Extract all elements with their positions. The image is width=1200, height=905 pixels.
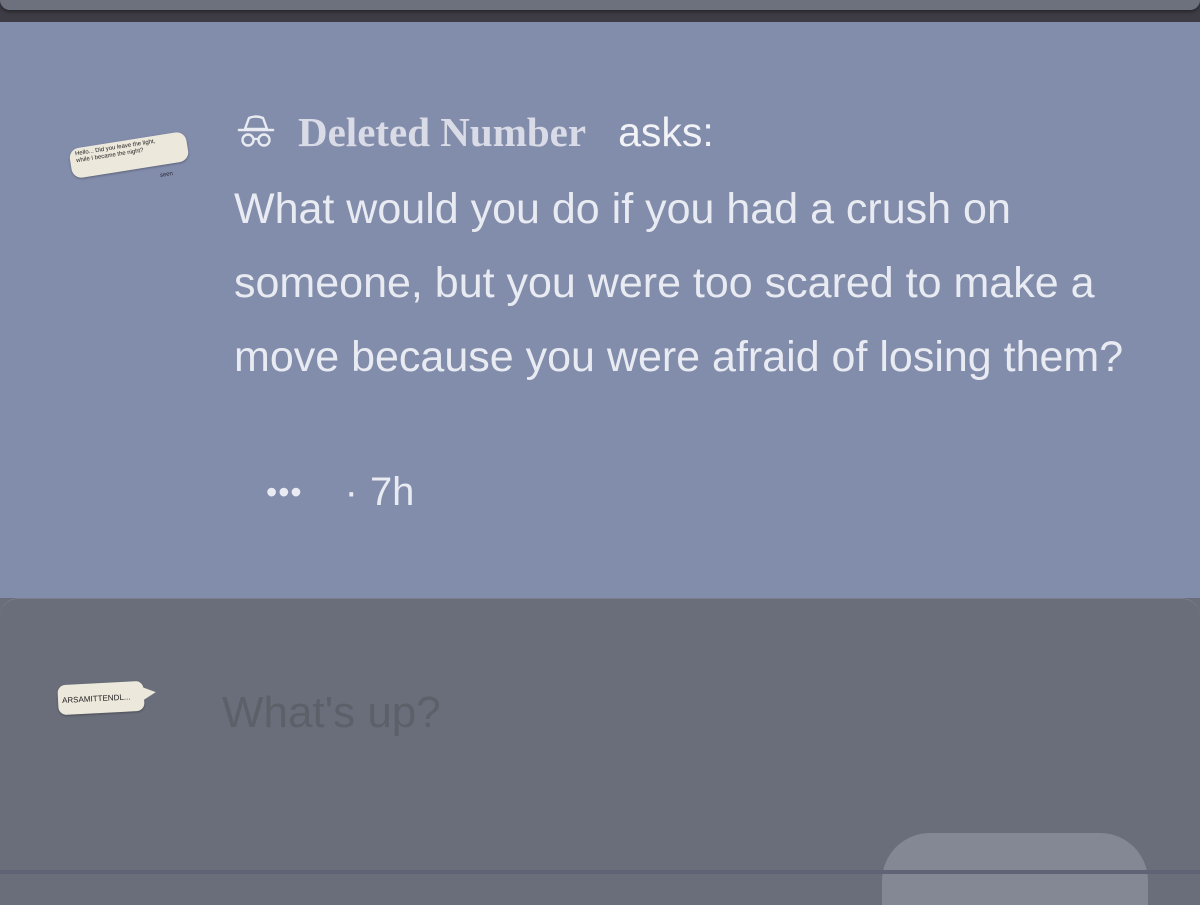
post-button[interactable] — [882, 833, 1148, 905]
more-options-button[interactable]: ••• — [266, 474, 303, 511]
avatar-seen-label: seen — [159, 171, 174, 179]
meta-separator: · — [344, 470, 358, 514]
incognito-icon — [237, 115, 275, 147]
timestamp: 7h — [369, 470, 415, 514]
user-avatar[interactable]: ARSAMITTENDL... — [57, 680, 145, 716]
compose-input[interactable] — [222, 681, 1122, 745]
asker-line: Deleted Number asks: — [236, 106, 714, 158]
meta-row: ••• · 7h — [266, 470, 414, 515]
previous-card-edge — [0, 0, 1200, 10]
compose-area: ARSAMITTENDL... — [0, 598, 1200, 905]
question-text: What would you do if you had a crush on … — [234, 185, 1124, 381]
bottom-edge — [0, 870, 1200, 874]
asks-label: asks: — [618, 108, 714, 155]
top-strip — [0, 0, 1200, 22]
asker-name[interactable]: Deleted Number — [298, 108, 586, 156]
ask-card[interactable]: Hello... Did you leave the light, while … — [0, 22, 1200, 598]
